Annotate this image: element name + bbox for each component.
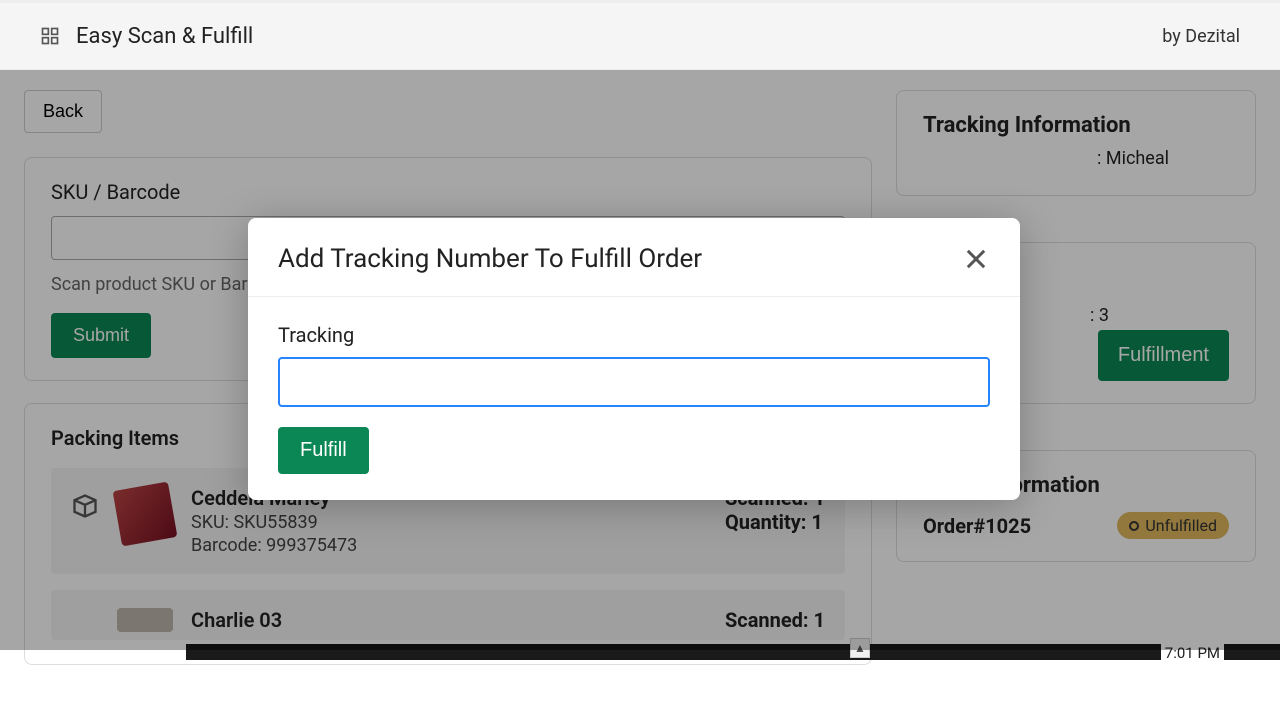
item-sku: SKU: SKU55839 [191,512,707,533]
product-thumbnail [117,608,173,632]
tracking-info-card: Tracking Information : Micheal [896,90,1256,196]
sku-label: SKU / Barcode [51,180,845,204]
tracking-title: Tracking Information [923,113,1229,138]
tracking-label: Tracking [278,323,990,347]
status-badge: Unfulfilled [1117,512,1229,539]
back-button[interactable]: Back [24,90,102,133]
os-taskbar [186,644,1280,660]
apps-grid-icon [40,26,60,46]
system-clock: 7:01 PM [1161,644,1224,662]
top-bar: Easy Scan & Fulfill by Dezital [0,0,1280,70]
item-name: Charlie 03 [191,608,707,632]
status-dot-icon [1129,521,1139,531]
packing-item: Charlie 03 Scanned: 1 [51,590,845,640]
submit-button[interactable]: Submit [51,313,151,358]
item-stats: Scanned: 1 [725,608,825,632]
package-icon [71,492,99,520]
tracking-modal: Add Tracking Number To Fulfill Order Tra… [248,218,1020,500]
order-number: Order#1025 [923,514,1031,538]
app-title: Easy Scan & Fulfill [76,24,253,49]
vendor-label: by Dezital [1162,26,1240,47]
product-thumbnail [113,482,178,547]
tracking-line: : Micheal [923,148,1229,169]
modal-title: Add Tracking Number To Fulfill Order [278,244,702,274]
fulfillment-button[interactable]: Fulfillment [1098,330,1229,381]
close-icon[interactable] [962,245,990,273]
scroll-up-icon[interactable]: ▲ [850,638,870,658]
item-barcode: Barcode: 999375473 [191,535,707,556]
fulfill-button[interactable]: Fulfill [278,427,369,474]
tracking-input[interactable] [278,357,990,407]
